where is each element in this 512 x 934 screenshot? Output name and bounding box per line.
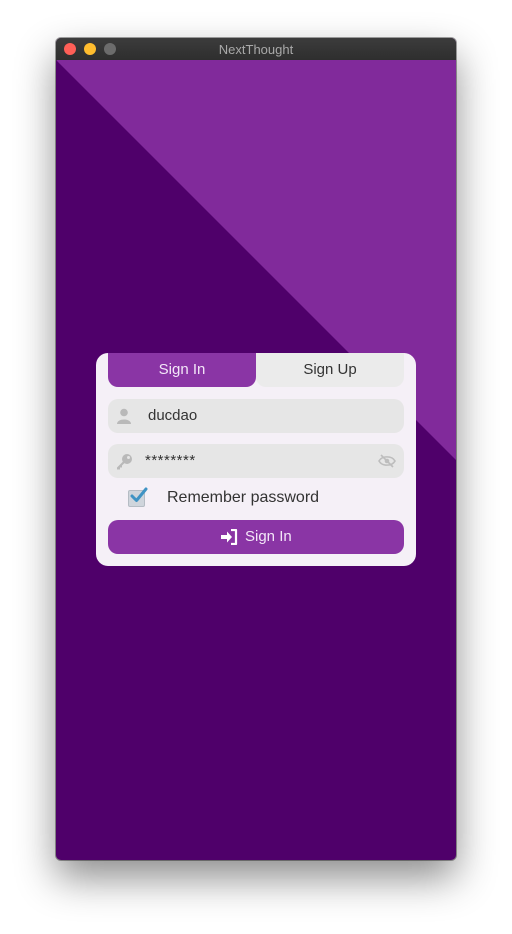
sign-in-button-label: Sign In — [245, 528, 292, 545]
app-content: Sign In Sign Up ducdao ******** Remember… — [56, 60, 456, 860]
remember-password-label: Remember password — [167, 489, 320, 506]
app-window: NextThought Sign In Sign Up ducdao *****… — [56, 38, 456, 860]
title-bar: NextThought — [56, 38, 456, 61]
sign-in-icon — [221, 528, 238, 549]
tab-sign-up[interactable]: Sign Up — [256, 353, 404, 387]
key-icon — [116, 453, 133, 475]
username-value: ducdao — [148, 407, 198, 424]
window-title: NextThought — [218, 42, 294, 57]
sign-in-button[interactable]: Sign In — [108, 520, 404, 554]
checkmark-icon — [130, 487, 148, 502]
eye-slash-icon[interactable] — [378, 454, 396, 473]
tab-sign-in[interactable]: Sign In — [108, 353, 256, 387]
password-field[interactable]: ******** — [108, 444, 404, 478]
user-icon — [116, 408, 132, 429]
login-card: Sign In Sign Up ducdao ******** Remember… — [96, 353, 416, 566]
remember-checkbox[interactable] — [128, 487, 148, 507]
password-value: ******** — [145, 452, 196, 469]
username-field[interactable]: ducdao — [108, 399, 404, 433]
